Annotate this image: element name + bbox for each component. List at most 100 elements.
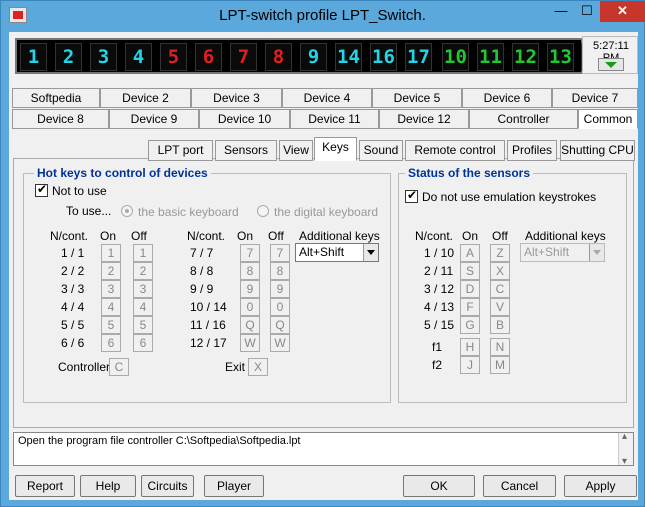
tab-device-5[interactable]: Device 5 <box>372 88 462 108</box>
sensors-col-on-header: On <box>462 229 479 243</box>
cancel-button[interactable]: Cancel <box>483 475 556 497</box>
hotkey-left-off-key-field[interactable]: 4 <box>133 298 153 316</box>
basic-keyboard-radio[interactable] <box>121 205 133 217</box>
ok-button[interactable]: OK <box>403 475 475 497</box>
sensor-off-key-field[interactable]: X <box>490 262 510 280</box>
sensor-row-label: 1 / 10 <box>424 246 455 260</box>
hotkey-right-on-key-field[interactable]: Q <box>240 316 260 334</box>
tab-device-8[interactable]: Device 8 <box>12 109 109 129</box>
hotkey-left-on-key-field[interactable]: 6 <box>101 334 121 352</box>
hotkey-right-off-key-field[interactable]: 7 <box>270 244 290 262</box>
title-bar[interactable]: LPT-switch profile LPT_Switch. — ☐ ✕ <box>1 1 645 33</box>
chevron-down-icon[interactable] <box>363 244 378 261</box>
tab-shutting-cpu[interactable]: Shutting CPU <box>560 140 635 161</box>
controller-key-field[interactable]: C <box>109 358 129 376</box>
close-button[interactable]: ✕ <box>600 1 645 22</box>
left-col-off-header: Off <box>131 229 147 243</box>
sensor-row-label: 5 / 15 <box>424 318 455 332</box>
hotkey-left-on-key-field[interactable]: 2 <box>101 262 121 280</box>
hotkey-left-off-key-field[interactable]: 6 <box>133 334 153 352</box>
tab-device-10[interactable]: Device 10 <box>199 109 290 129</box>
hotkey-left-on-key-field[interactable]: 3 <box>101 280 121 298</box>
led-digit: 16 <box>370 43 397 71</box>
status-log[interactable]: Open the program file controller C:\Soft… <box>13 431 634 467</box>
sensor-on-key-field[interactable]: S <box>460 262 480 280</box>
hotkey-right-on-key-field[interactable]: 9 <box>240 280 260 298</box>
hotkey-right-on-key-field[interactable]: 8 <box>240 262 260 280</box>
sensors-group-title: Status of the sensors <box>405 166 534 180</box>
chevron-down-icon[interactable] <box>589 244 604 261</box>
hotkey-right-off-key-field[interactable]: 8 <box>270 262 290 280</box>
hotkey-left-row-label: 4 / 4 <box>61 300 85 314</box>
report-button[interactable]: Report <box>15 475 75 497</box>
tab-device-9[interactable]: Device 9 <box>109 109 199 129</box>
hotkey-left-off-key-field[interactable]: 1 <box>133 244 153 262</box>
clock-dropdown-button[interactable] <box>598 58 624 71</box>
sensor-off-key-field[interactable]: M <box>490 356 510 374</box>
hotkey-right-on-key-field[interactable]: W <box>240 334 260 352</box>
tab-device-12[interactable]: Device 12 <box>379 109 469 129</box>
hotkey-right-on-key-field[interactable]: 0 <box>240 298 260 316</box>
player-button[interactable]: Player <box>204 475 264 497</box>
hotkey-left-on-key-field[interactable]: 4 <box>101 298 121 316</box>
sensors-col-ncont-header: N/cont. <box>415 229 454 243</box>
tab-softpedia[interactable]: Softpedia <box>12 88 100 108</box>
hotkey-left-off-key-field[interactable]: 5 <box>133 316 153 334</box>
circuits-button[interactable]: Circuits <box>141 475 194 497</box>
basic-keyboard-label: the basic keyboard <box>138 205 239 219</box>
hotkey-left-on-key-field[interactable]: 1 <box>101 244 121 262</box>
sensor-on-key-field[interactable]: F <box>460 298 480 316</box>
apply-button[interactable]: Apply <box>564 475 637 497</box>
tab-sensors[interactable]: Sensors <box>215 140 277 161</box>
tab-profiles[interactable]: Profiles <box>507 140 557 161</box>
tab-keys[interactable]: Keys <box>314 137 357 161</box>
sensor-on-key-field[interactable]: H <box>460 338 480 356</box>
tab-sound[interactable]: Sound <box>359 140 403 161</box>
sensor-on-key-field[interactable]: G <box>460 316 480 334</box>
tab-device-4[interactable]: Device 4 <box>282 88 372 108</box>
minimize-button[interactable]: — <box>548 1 574 22</box>
tab-device-2[interactable]: Device 2 <box>100 88 191 108</box>
digital-keyboard-radio[interactable] <box>257 205 269 217</box>
hotkey-left-off-key-field[interactable]: 2 <box>133 262 153 280</box>
tab-lpt-port[interactable]: LPT port <box>148 140 213 161</box>
sensor-on-key-field[interactable]: D <box>460 280 480 298</box>
tab-controller[interactable]: Controller <box>469 109 578 129</box>
sensor-off-key-field[interactable]: N <box>490 338 510 356</box>
tab-device-6[interactable]: Device 6 <box>462 88 552 108</box>
tab-device-11[interactable]: Device 11 <box>290 109 379 129</box>
led-digit: 12 <box>512 43 539 71</box>
tab-common[interactable]: Common <box>578 109 638 129</box>
tab-view[interactable]: View <box>279 140 313 161</box>
led-digit: 1 <box>20 43 47 71</box>
status-scrollbar[interactable] <box>618 431 633 467</box>
hotkeys-additional-keys-select[interactable]: Alt+Shift <box>295 243 379 262</box>
sensor-off-key-field[interactable]: B <box>490 316 510 334</box>
exit-key-field[interactable]: X <box>248 358 268 376</box>
no-emulation-checkbox[interactable] <box>405 188 418 203</box>
hotkey-left-row-label: 1 / 1 <box>61 246 85 260</box>
tab-remote-control[interactable]: Remote control <box>405 140 505 161</box>
hotkey-right-on-key-field[interactable]: 7 <box>240 244 260 262</box>
sensor-off-key-field[interactable]: V <box>490 298 510 316</box>
led-digit: 8 <box>265 43 292 71</box>
sensor-on-key-field[interactable]: J <box>460 356 480 374</box>
sensors-additional-keys-select[interactable]: Alt+Shift <box>520 243 605 262</box>
to-use-label: To use... <box>66 204 112 218</box>
hotkey-right-off-key-field[interactable]: W <box>270 334 290 352</box>
hotkey-left-on-key-field[interactable]: 5 <box>101 316 121 334</box>
hotkey-right-off-key-field[interactable]: 9 <box>270 280 290 298</box>
maximize-button[interactable]: ☐ <box>574 1 600 22</box>
hotkey-right-off-key-field[interactable]: Q <box>270 316 290 334</box>
tab-device-3[interactable]: Device 3 <box>191 88 282 108</box>
sensor-on-key-field[interactable]: A <box>460 244 480 262</box>
hotkey-right-off-key-field[interactable]: 0 <box>270 298 290 316</box>
hotkey-left-off-key-field[interactable]: 3 <box>133 280 153 298</box>
controller-key-label: Controller <box>58 360 111 374</box>
sensor-off-key-field[interactable]: Z <box>490 244 510 262</box>
sensor-off-key-field[interactable]: C <box>490 280 510 298</box>
not-to-use-checkbox[interactable] <box>35 182 48 197</box>
led-digit: 13 <box>547 43 574 71</box>
help-button[interactable]: Help <box>80 475 136 497</box>
tab-device-7[interactable]: Device 7 <box>552 88 638 108</box>
